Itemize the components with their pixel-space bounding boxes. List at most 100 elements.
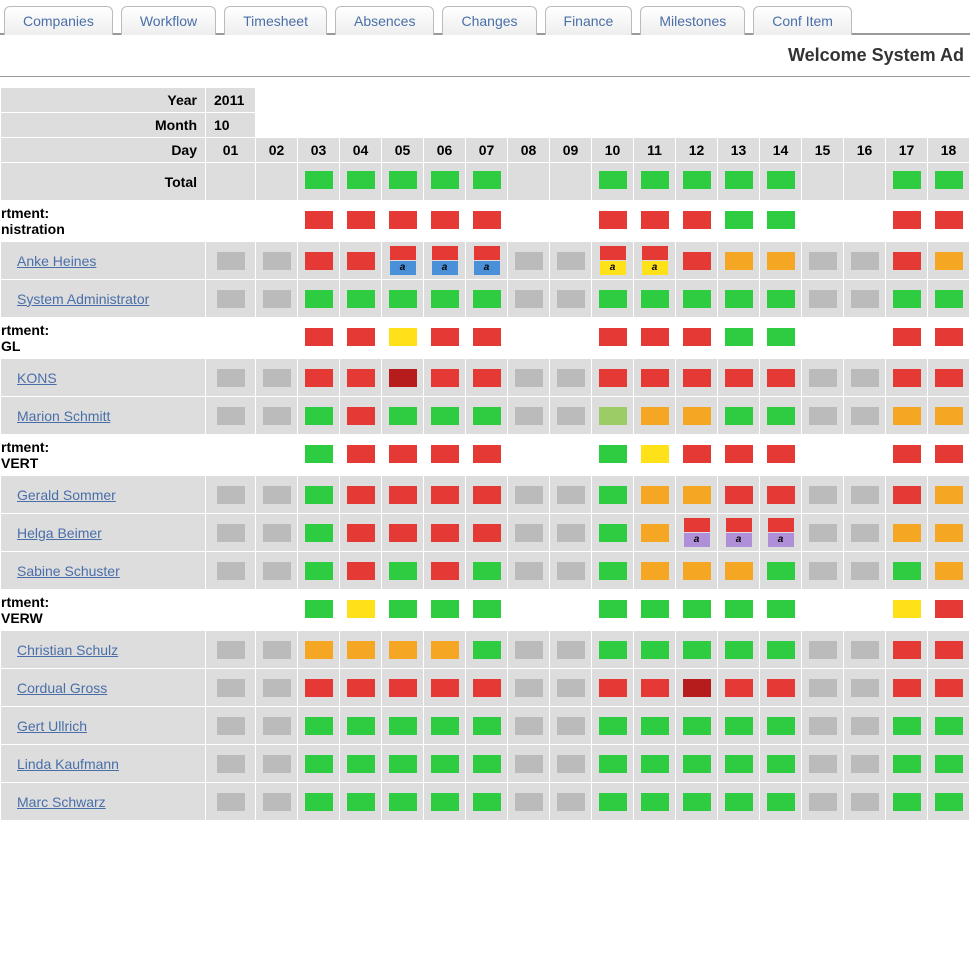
data-cell [802, 631, 844, 669]
status-cube [557, 755, 585, 773]
status-cube [767, 290, 795, 308]
data-cell [634, 397, 676, 435]
data-cell [206, 242, 256, 280]
dept-cell [298, 435, 340, 476]
tab-companies[interactable]: Companies [4, 6, 113, 35]
data-cell [634, 280, 676, 318]
status-cube [893, 290, 921, 308]
status-cube [725, 641, 753, 659]
status-cube [725, 755, 753, 773]
data-cell [928, 397, 970, 435]
data-cell [382, 280, 424, 318]
status-cube [217, 407, 245, 425]
data-cell [256, 280, 298, 318]
data-cell [886, 242, 928, 280]
dept-cell [634, 201, 676, 242]
status-cube [263, 290, 291, 308]
data-cell [760, 397, 802, 435]
status-cube [683, 369, 711, 387]
data-cell [382, 552, 424, 590]
tab-finance[interactable]: Finance [545, 6, 633, 35]
person-link[interactable]: Helga Beimer [17, 525, 102, 541]
status-cube [515, 717, 543, 735]
status-cube [431, 524, 459, 542]
total-cell [256, 163, 298, 201]
data-cell [424, 783, 466, 821]
dept-cell [466, 435, 508, 476]
person-link[interactable]: Gert Ullrich [17, 718, 87, 734]
person-link[interactable]: Sabine Schuster [17, 563, 120, 579]
data-cell [256, 242, 298, 280]
day-label: Day [1, 138, 206, 163]
data-cell [298, 359, 340, 397]
data-cell [592, 745, 634, 783]
total-cell [382, 163, 424, 201]
tab-absences[interactable]: Absences [335, 6, 434, 35]
status-cube [389, 407, 417, 425]
total-cell [676, 163, 718, 201]
data-cell [256, 359, 298, 397]
data-cell [256, 476, 298, 514]
data-cell [718, 783, 760, 821]
data-cell [676, 707, 718, 745]
data-cell [206, 631, 256, 669]
person-link[interactable]: Linda Kaufmann [17, 756, 119, 772]
person-link[interactable]: Marion Schmitt [17, 408, 110, 424]
data-cell [424, 669, 466, 707]
status-cube [473, 486, 501, 504]
person-link[interactable]: Cordual Gross [17, 680, 107, 696]
data-cell [340, 242, 382, 280]
status-cube [851, 486, 879, 504]
data-cell: a [466, 242, 508, 280]
data-cell [340, 476, 382, 514]
data-cell [382, 707, 424, 745]
status-cube [935, 641, 963, 659]
status-cube [305, 369, 333, 387]
day-header: 11 [634, 138, 676, 163]
data-cell [340, 397, 382, 435]
day-header: 04 [340, 138, 382, 163]
data-cell [592, 280, 634, 318]
tab-timesheet[interactable]: Timesheet [224, 6, 327, 35]
data-cell [928, 280, 970, 318]
person-link[interactable]: KONS [17, 370, 57, 386]
status-cube [767, 562, 795, 580]
status-cube [473, 524, 501, 542]
person-link[interactable]: Christian Schulz [17, 642, 118, 658]
status-cube [599, 290, 627, 308]
tab-workflow[interactable]: Workflow [121, 6, 216, 35]
data-cell [802, 707, 844, 745]
person-link[interactable]: Gerald Sommer [17, 487, 116, 503]
person-link[interactable]: System Administrator [17, 291, 149, 307]
tab-conf-item[interactable]: Conf Item [753, 6, 852, 35]
tab-milestones[interactable]: Milestones [640, 6, 745, 35]
status-cube [725, 793, 753, 811]
status-cube [347, 755, 375, 773]
day-header: 07 [466, 138, 508, 163]
tab-changes[interactable]: Changes [442, 6, 536, 35]
day-header: 06 [424, 138, 466, 163]
data-cell [844, 476, 886, 514]
status-cube [263, 407, 291, 425]
status-cube [851, 369, 879, 387]
dept-cell [760, 435, 802, 476]
person-link[interactable]: Anke Heines [17, 253, 96, 269]
data-cell [298, 242, 340, 280]
day-header: 05 [382, 138, 424, 163]
data-cell [886, 359, 928, 397]
status-cube [641, 717, 669, 735]
data-cell: a [382, 242, 424, 280]
status-cube [431, 486, 459, 504]
total-cell [760, 163, 802, 201]
data-cell [206, 280, 256, 318]
status-cube: a [768, 533, 794, 547]
data-cell [592, 783, 634, 821]
status-cube [767, 252, 795, 270]
data-cell [424, 397, 466, 435]
status-cube [557, 524, 585, 542]
data-cell [676, 242, 718, 280]
person-link[interactable]: Marc Schwarz [17, 794, 106, 810]
status-cube: a [684, 533, 710, 547]
status-cube [641, 793, 669, 811]
data-cell [844, 631, 886, 669]
